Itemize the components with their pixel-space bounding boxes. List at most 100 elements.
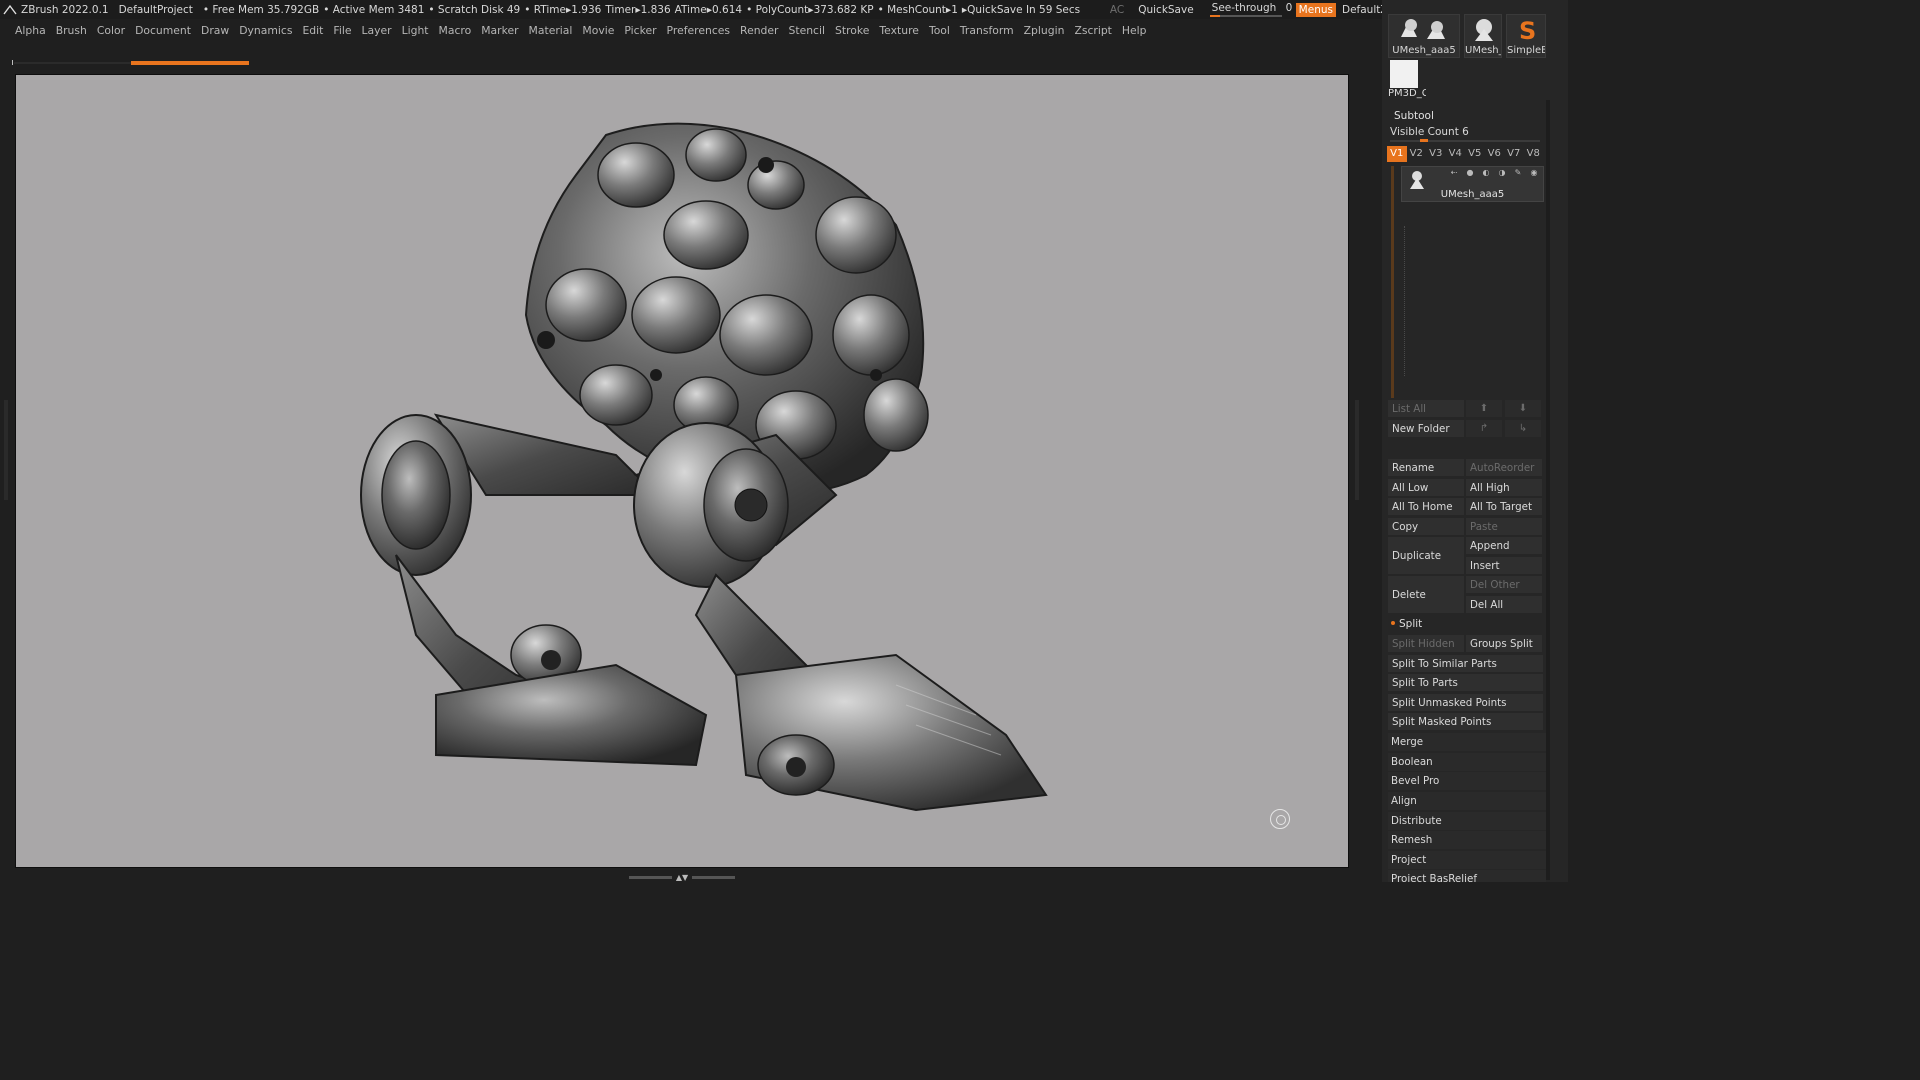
polypaint-toggle-icon[interactable]: ● bbox=[1464, 169, 1476, 177]
menu-edit[interactable]: Edit bbox=[297, 24, 328, 37]
bottom-tray-handle[interactable]: ▲▼ bbox=[629, 873, 735, 882]
bevel-pro-section[interactable]: Bevel Pro bbox=[1388, 772, 1546, 790]
del-all-button[interactable]: Del All bbox=[1466, 596, 1542, 613]
list-all-button[interactable]: List All bbox=[1388, 400, 1464, 417]
tool-thumb-umesh[interactable]: UMesh_ bbox=[1464, 14, 1502, 58]
menu-light[interactable]: Light bbox=[397, 24, 434, 37]
version-v8[interactable]: V8 bbox=[1524, 146, 1544, 162]
version-v6[interactable]: V6 bbox=[1485, 146, 1505, 162]
material-toggle-icon[interactable]: ◐ bbox=[1480, 169, 1492, 177]
menus-toggle[interactable]: Menus bbox=[1295, 2, 1336, 17]
left-tray-handle[interactable] bbox=[4, 400, 8, 500]
version-selector: V1 V2 V3 V4 V5 V6 V7 V8 bbox=[1387, 146, 1547, 162]
distribute-section[interactable]: Distribute bbox=[1388, 812, 1546, 830]
menu-zplugin[interactable]: Zplugin bbox=[1019, 24, 1070, 37]
brush-icon[interactable]: ✎ bbox=[1512, 169, 1524, 177]
subtool-scrollbar[interactable] bbox=[1391, 166, 1394, 398]
seethrough-label: See-through bbox=[1211, 2, 1277, 14]
version-v1[interactable]: V1 bbox=[1387, 146, 1407, 162]
arrow-down-icon[interactable]: ⬇ bbox=[1505, 400, 1541, 417]
tool-thumb-umesh-aaa5[interactable]: UMesh_aaa5 bbox=[1388, 14, 1460, 58]
insert-button[interactable]: Insert bbox=[1466, 557, 1542, 574]
split-masked-button[interactable]: Split Masked Points bbox=[1388, 713, 1543, 730]
split-hidden-button[interactable]: Split Hidden bbox=[1388, 635, 1464, 652]
subtool-header[interactable]: Subtool bbox=[1394, 110, 1434, 122]
menu-tool[interactable]: Tool bbox=[924, 24, 955, 37]
subtool-thumb-icon bbox=[1410, 171, 1424, 189]
move-in-icon[interactable]: ↱ bbox=[1466, 420, 1502, 437]
menu-stroke[interactable]: Stroke bbox=[830, 24, 874, 37]
menu-document[interactable]: Document bbox=[130, 24, 196, 37]
tool-thumb-simplebrush[interactable]: S SimpleB bbox=[1506, 14, 1546, 58]
paste-button[interactable]: Paste bbox=[1466, 518, 1542, 535]
active-mem: • Active Mem 3481 bbox=[323, 3, 425, 16]
all-high-button[interactable]: All High bbox=[1466, 479, 1542, 496]
new-folder-button[interactable]: New Folder bbox=[1388, 420, 1464, 437]
all-to-home-button[interactable]: All To Home bbox=[1388, 498, 1464, 515]
arrow-up-icon[interactable]: ⬆ bbox=[1466, 400, 1502, 417]
menu-layer[interactable]: Layer bbox=[356, 24, 396, 37]
menu-movie[interactable]: Movie bbox=[577, 24, 619, 37]
menu-help[interactable]: Help bbox=[1117, 24, 1152, 37]
blend-toggle-icon[interactable]: ◑ bbox=[1496, 169, 1508, 177]
menu-zscript[interactable]: Zscript bbox=[1069, 24, 1116, 37]
document-canvas[interactable] bbox=[15, 74, 1349, 868]
boolean-section[interactable]: Boolean bbox=[1388, 753, 1546, 771]
duplicate-button[interactable]: Duplicate bbox=[1388, 537, 1464, 574]
version-v4[interactable]: V4 bbox=[1446, 146, 1466, 162]
groups-split-button[interactable]: Groups Split bbox=[1466, 635, 1542, 652]
delete-button[interactable]: Delete bbox=[1388, 576, 1464, 613]
arrow-icon[interactable]: ⇠ bbox=[1448, 169, 1460, 177]
split-unmasked-button[interactable]: Split Unmasked Points bbox=[1388, 694, 1543, 711]
panel-scrollbar[interactable] bbox=[1546, 100, 1550, 880]
menu-stencil[interactable]: Stencil bbox=[783, 24, 830, 37]
move-out-icon[interactable]: ↳ bbox=[1505, 420, 1541, 437]
quicksave-button[interactable]: QuickSave bbox=[1138, 4, 1193, 16]
gyro-icon[interactable] bbox=[1270, 809, 1290, 829]
subtool-item[interactable]: ⇠ ● ◐ ◑ ✎ ◉ UMesh_aaa5 bbox=[1401, 166, 1544, 202]
rename-button[interactable]: Rename bbox=[1388, 459, 1464, 476]
tool-thumb-pm3d[interactable]: PM3D_C bbox=[1388, 60, 1426, 100]
menu-macro[interactable]: Macro bbox=[434, 24, 477, 37]
version-v2[interactable]: V2 bbox=[1407, 146, 1427, 162]
seethrough-slider[interactable]: See-through 0 bbox=[1208, 1, 1292, 18]
all-low-button[interactable]: All Low bbox=[1388, 479, 1464, 496]
menu-file[interactable]: File bbox=[328, 24, 356, 37]
right-tray-handle[interactable] bbox=[1355, 400, 1359, 500]
menu-material[interactable]: Material bbox=[524, 24, 578, 37]
append-button[interactable]: Append bbox=[1466, 537, 1542, 554]
remesh-section[interactable]: Remesh bbox=[1388, 831, 1546, 849]
robot-mech-model bbox=[360, 122, 1048, 812]
split-to-parts-button[interactable]: Split To Parts bbox=[1388, 674, 1543, 691]
menu-color[interactable]: Color bbox=[92, 24, 130, 37]
atime: ATime▸0.614 bbox=[674, 3, 743, 16]
visible-count-slider[interactable]: Visible Count 6 bbox=[1390, 126, 1540, 142]
menu-dynamics[interactable]: Dynamics bbox=[234, 24, 297, 37]
menu-preferences[interactable]: Preferences bbox=[662, 24, 736, 37]
menu-marker[interactable]: Marker bbox=[476, 24, 523, 37]
menu-brush[interactable]: Brush bbox=[51, 24, 92, 37]
ac-toggle[interactable]: AC bbox=[1110, 4, 1124, 16]
menu-texture[interactable]: Texture bbox=[874, 24, 924, 37]
expanded-indicator-icon bbox=[1391, 621, 1395, 625]
project-basrelief-section[interactable]: Project BasRelief bbox=[1388, 870, 1546, 882]
version-v7[interactable]: V7 bbox=[1504, 146, 1524, 162]
del-other-button[interactable]: Del Other bbox=[1466, 576, 1542, 593]
align-section[interactable]: Align bbox=[1388, 792, 1546, 810]
version-v3[interactable]: V3 bbox=[1426, 146, 1446, 162]
autoreorder-button[interactable]: AutoReorder bbox=[1466, 459, 1542, 476]
split-similar-parts-button[interactable]: Split To Similar Parts bbox=[1388, 655, 1543, 672]
version-v5[interactable]: V5 bbox=[1465, 146, 1485, 162]
split-section-header[interactable]: Split bbox=[1388, 618, 1422, 630]
copy-button[interactable]: Copy bbox=[1388, 518, 1464, 535]
menu-render[interactable]: Render bbox=[735, 24, 783, 37]
merge-section[interactable]: Merge bbox=[1388, 733, 1546, 751]
eye-icon[interactable]: ◉ bbox=[1528, 169, 1540, 177]
menu-alpha[interactable]: Alpha bbox=[10, 24, 51, 37]
project-name[interactable]: DefaultProject bbox=[119, 4, 193, 16]
menu-picker[interactable]: Picker bbox=[619, 24, 661, 37]
project-section[interactable]: Project bbox=[1388, 851, 1546, 869]
menu-transform[interactable]: Transform bbox=[955, 24, 1019, 37]
menu-draw[interactable]: Draw bbox=[196, 24, 234, 37]
all-to-target-button[interactable]: All To Target bbox=[1466, 498, 1542, 515]
